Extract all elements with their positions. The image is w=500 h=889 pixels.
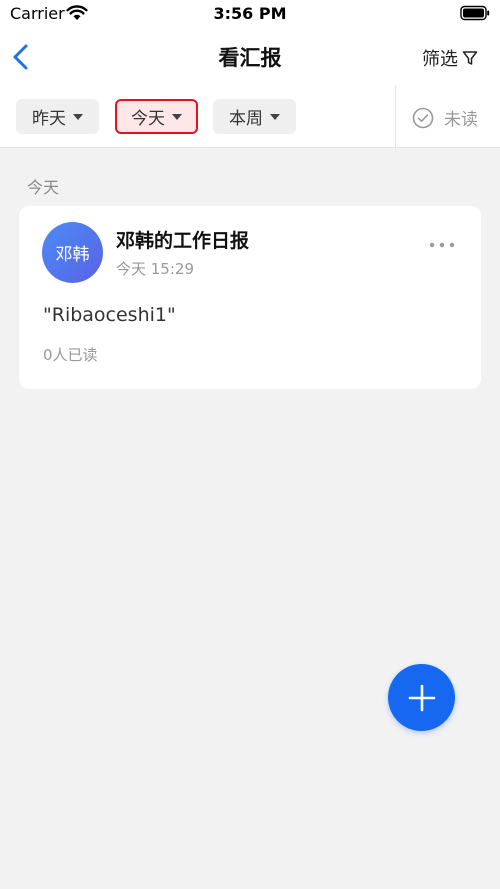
add-report-button[interactable] — [388, 664, 455, 731]
caret-down-icon — [270, 113, 280, 120]
status-time: 3:56 PM — [213, 4, 287, 23]
plus-icon — [408, 684, 435, 711]
report-time: 今天 15:29 — [116, 260, 194, 278]
unread-label: 未读 — [444, 110, 478, 130]
chip-label: 昨天 — [32, 109, 66, 129]
nav-bar: 看汇报 筛选 — [0, 28, 500, 86]
report-content: "Ribaoceshi1" — [43, 304, 176, 326]
caret-down-icon — [73, 113, 83, 120]
battery-icon — [460, 5, 490, 21]
report-card[interactable]: 邓韩 邓韩的工作日报 今天 15:29 "Ribaoceshi1" 0人已读 — [19, 206, 481, 389]
filter-divider — [395, 86, 396, 148]
chip-yesterday[interactable]: 昨天 — [16, 99, 99, 134]
read-count: 0人已读 — [43, 346, 98, 364]
filter-row: 昨天 今天 本周 未读 — [0, 86, 500, 148]
filter-button[interactable]: 筛选 — [422, 45, 478, 71]
status-bar: Carrier 3:56 PM — [0, 0, 500, 28]
more-dots-icon[interactable] — [429, 242, 455, 248]
avatar: 邓韩 — [42, 222, 103, 283]
section-label: 今天 — [27, 178, 60, 197]
chip-label: 今天 — [131, 109, 165, 129]
chip-today[interactable]: 今天 — [115, 99, 198, 134]
report-title: 邓韩的工作日报 — [116, 230, 250, 252]
unread-toggle[interactable]: 未读 — [412, 105, 478, 130]
chip-this-week[interactable]: 本周 — [213, 99, 296, 134]
filter-label: 筛选 — [422, 49, 458, 70]
caret-down-icon — [172, 113, 182, 120]
funnel-icon — [462, 51, 478, 65]
check-circle-icon — [412, 107, 434, 128]
chip-label: 本周 — [229, 109, 263, 129]
